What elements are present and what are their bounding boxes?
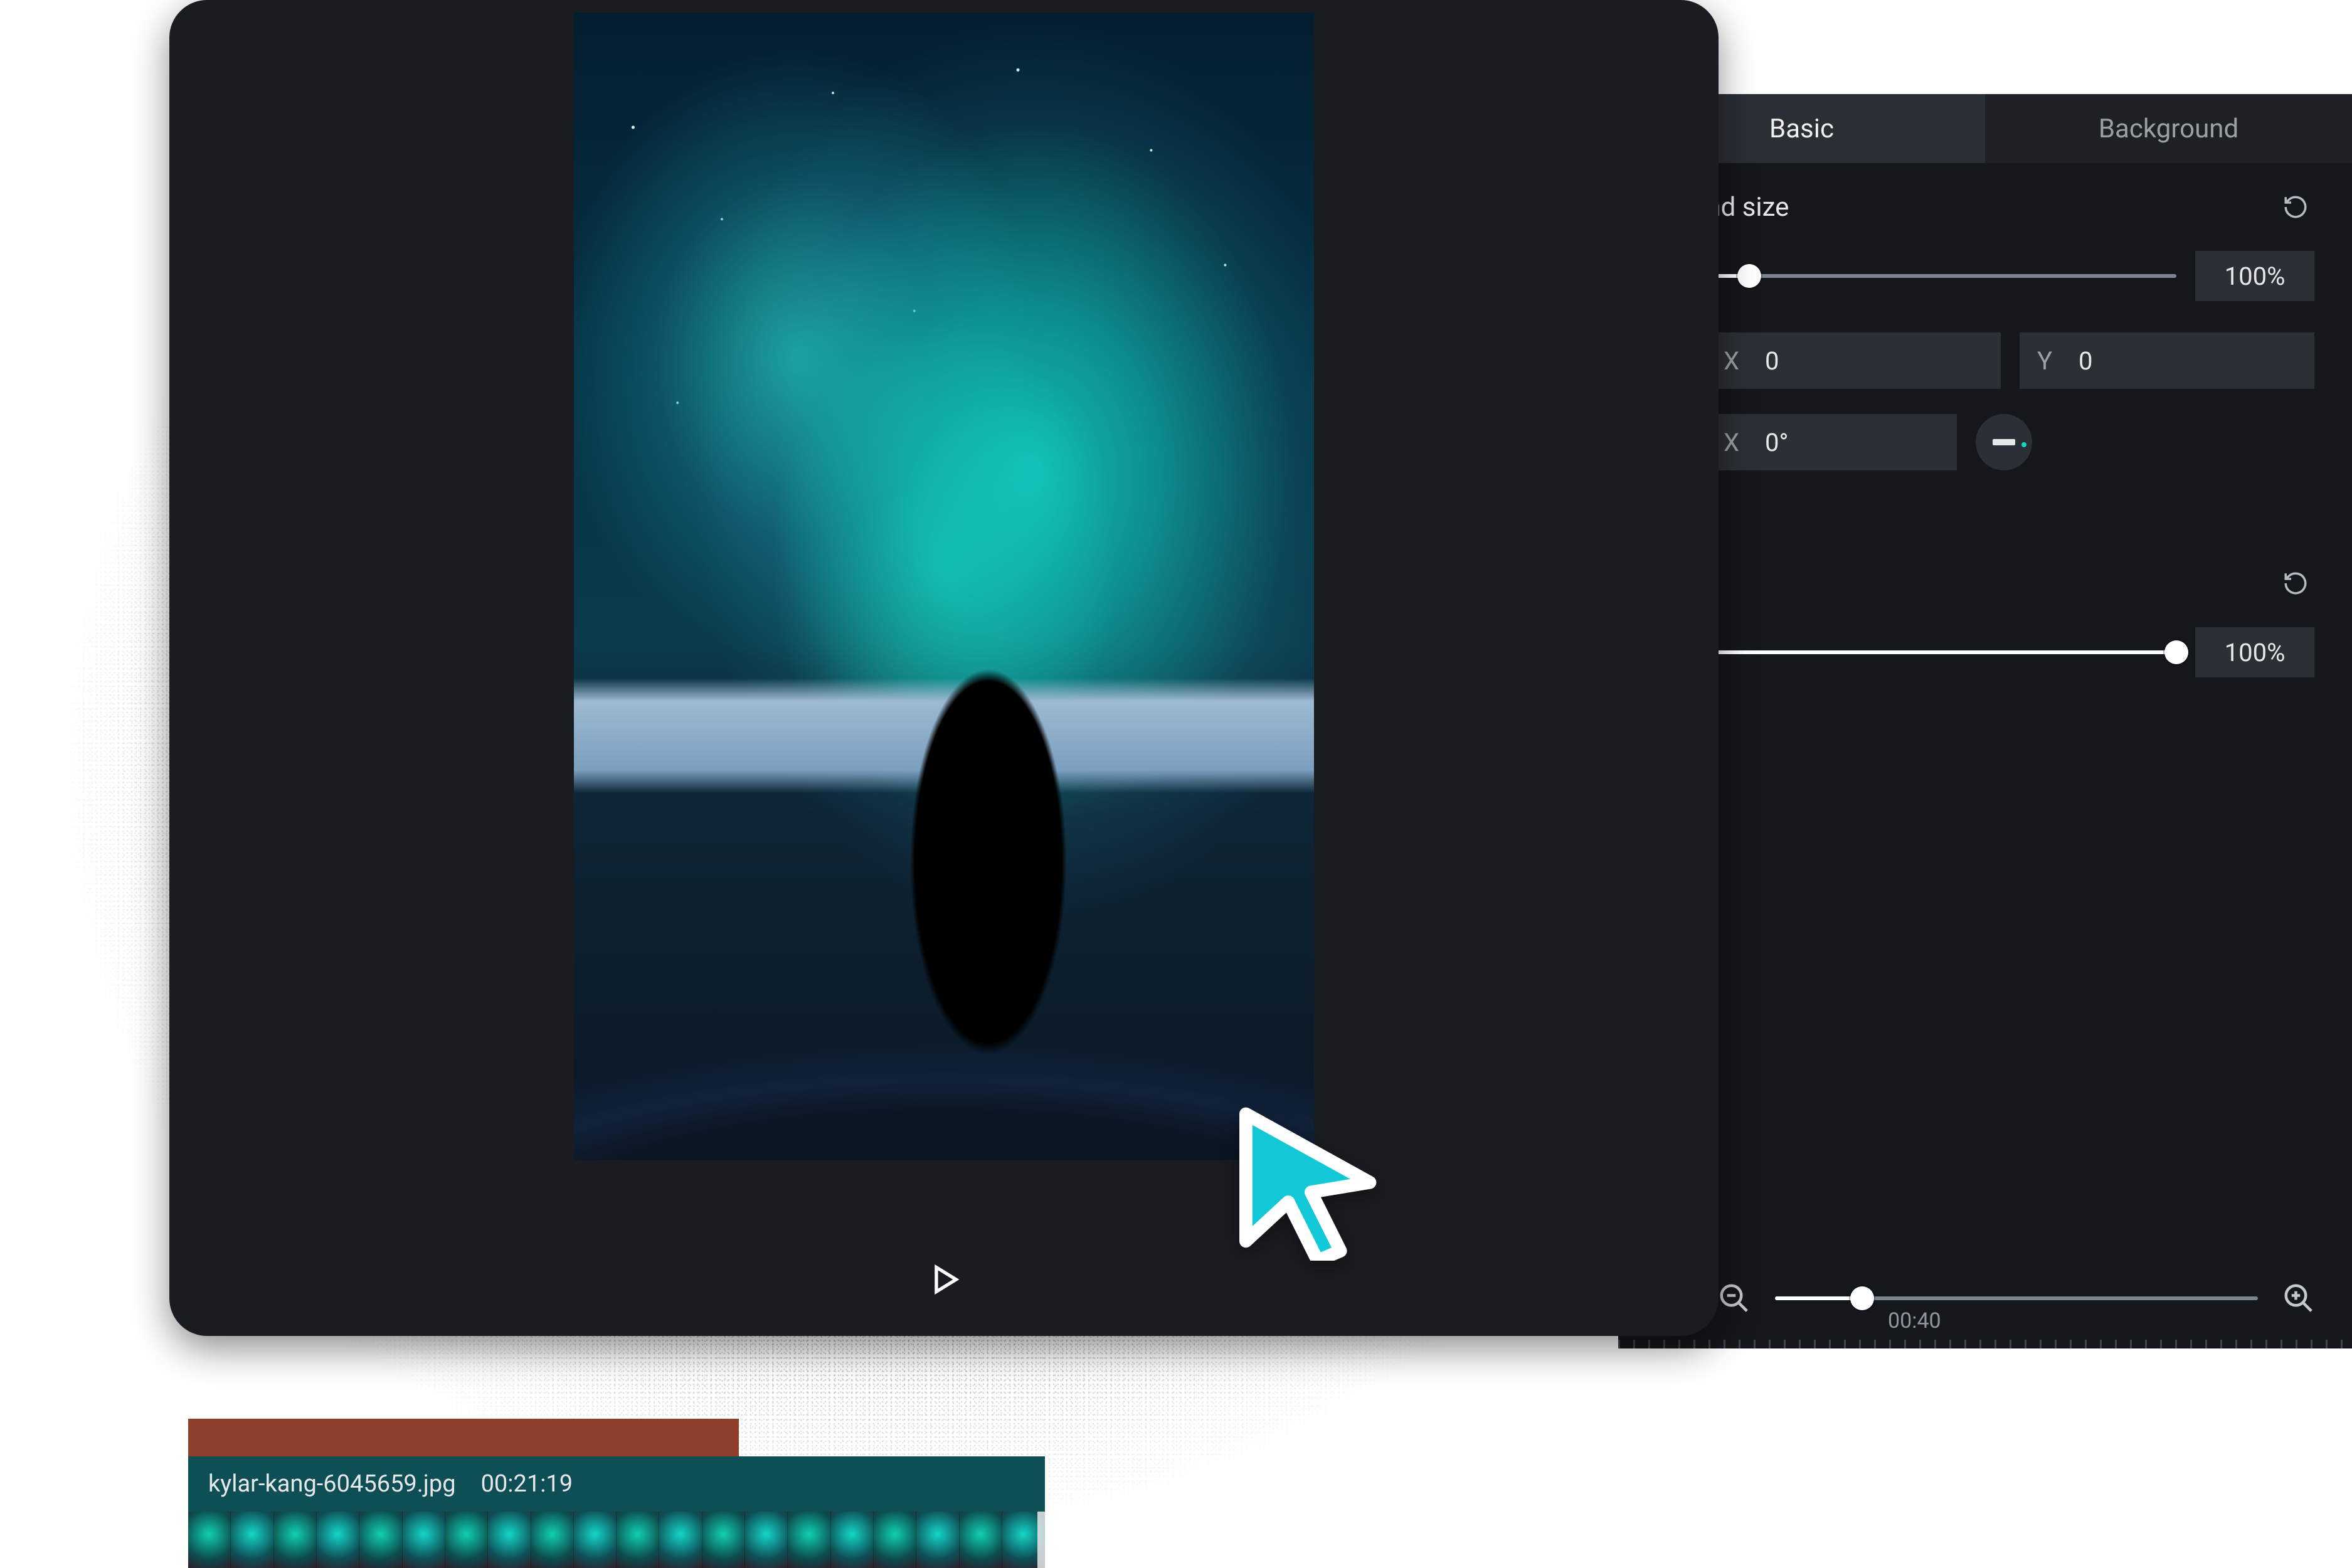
clip-thumb [188,1512,231,1568]
inspector-panel: Basic Background on and size 100% n X 0 … [1618,94,2352,1348]
clip-thumb [659,1512,702,1568]
scale-slider[interactable] [1656,274,2176,278]
rotation-row: X 0° [1618,401,2352,483]
clip-filename: kylar-kang-6045659.jpg [208,1470,456,1498]
rotation-x-label: X [1724,428,1746,457]
rotation-x-value: 0° [1765,428,1788,457]
scale-slider-row: 100% [1618,232,2352,320]
preview-canvas[interactable] [574,13,1314,1160]
opacity-slider-row: y 100% [1618,608,2352,696]
audio-track[interactable] [188,1419,739,1456]
section-opacity: . [1618,539,2352,608]
clip-thumbnails[interactable] [188,1512,1045,1568]
preview-image [574,13,1314,1160]
timeline-tracks: kylar-kang-6045659.jpg 00:21:19 [188,1419,1719,1568]
reset-position-size-button[interactable] [2277,188,2314,226]
clip-thumb [488,1512,531,1568]
opacity-slider-thumb[interactable] [2164,640,2188,664]
tab-background[interactable]: Background [1985,94,2352,163]
position-y-label: Y [2037,346,2060,376]
opacity-slider[interactable] [1700,650,2176,654]
clip-thumb [702,1512,745,1568]
zoom-out-icon [1717,1281,1751,1315]
position-y-field[interactable]: Y 0 [2020,332,2314,389]
cursor-illustration [1223,1098,1386,1261]
clip-thumb [317,1512,359,1568]
clip-thumb [274,1512,317,1568]
play-button[interactable] [919,1254,969,1305]
clip-thumb [617,1512,659,1568]
clip-thumb [574,1512,617,1568]
clip-thumb [359,1512,402,1568]
scale-value[interactable]: 100% [2195,251,2314,301]
clip-trim-handle[interactable] [1037,1512,1045,1568]
ruler-tick-40: 00:40 [1888,1308,1941,1333]
play-icon [926,1261,962,1298]
inspector-tabs: Basic Background [1618,94,2352,163]
clip-thumb [531,1512,574,1568]
timeline-zoom-thumb[interactable] [1850,1286,1874,1310]
clip-thumb [960,1512,1002,1568]
zoom-out-button[interactable] [1712,1276,1756,1320]
clip-thumb [445,1512,488,1568]
clip-thumb [916,1512,959,1568]
zoom-in-icon [2282,1281,2316,1315]
clip-thumb [874,1512,916,1568]
clip-thumb [831,1512,874,1568]
position-xy-row: n X 0 Y 0 [1618,320,2352,401]
reset-icon [2282,570,2309,596]
section-position-size: on and size [1618,163,2352,232]
clip-duration: 00:21:19 [481,1470,573,1498]
video-clip[interactable]: kylar-kang-6045659.jpg 00:21:19 [188,1456,1045,1512]
timeline-controls: 00:40 [1618,1248,2352,1348]
preview-card [169,0,1719,1336]
clip-thumb [231,1512,273,1568]
timeline-zoom-slider[interactable] [1775,1296,2258,1300]
clip-thumb [403,1512,445,1568]
position-y-value: 0 [2079,346,2092,376]
clip-thumb [788,1512,830,1568]
zoom-in-button[interactable] [2277,1276,2321,1320]
clip-thumb [745,1512,788,1568]
scale-slider-thumb[interactable] [1737,264,1761,288]
position-x-label: X [1724,346,1746,376]
dash-icon [1993,439,2015,445]
rotation-mode-button[interactable] [1976,414,2032,470]
position-x-value: 0 [1765,346,1779,376]
reset-opacity-button[interactable] [2277,564,2314,602]
reset-icon [2282,194,2309,220]
rotation-x-field[interactable]: X 0° [1706,414,1957,470]
opacity-value[interactable]: 100% [2195,627,2314,677]
position-x-field[interactable]: X 0 [1706,332,2001,389]
